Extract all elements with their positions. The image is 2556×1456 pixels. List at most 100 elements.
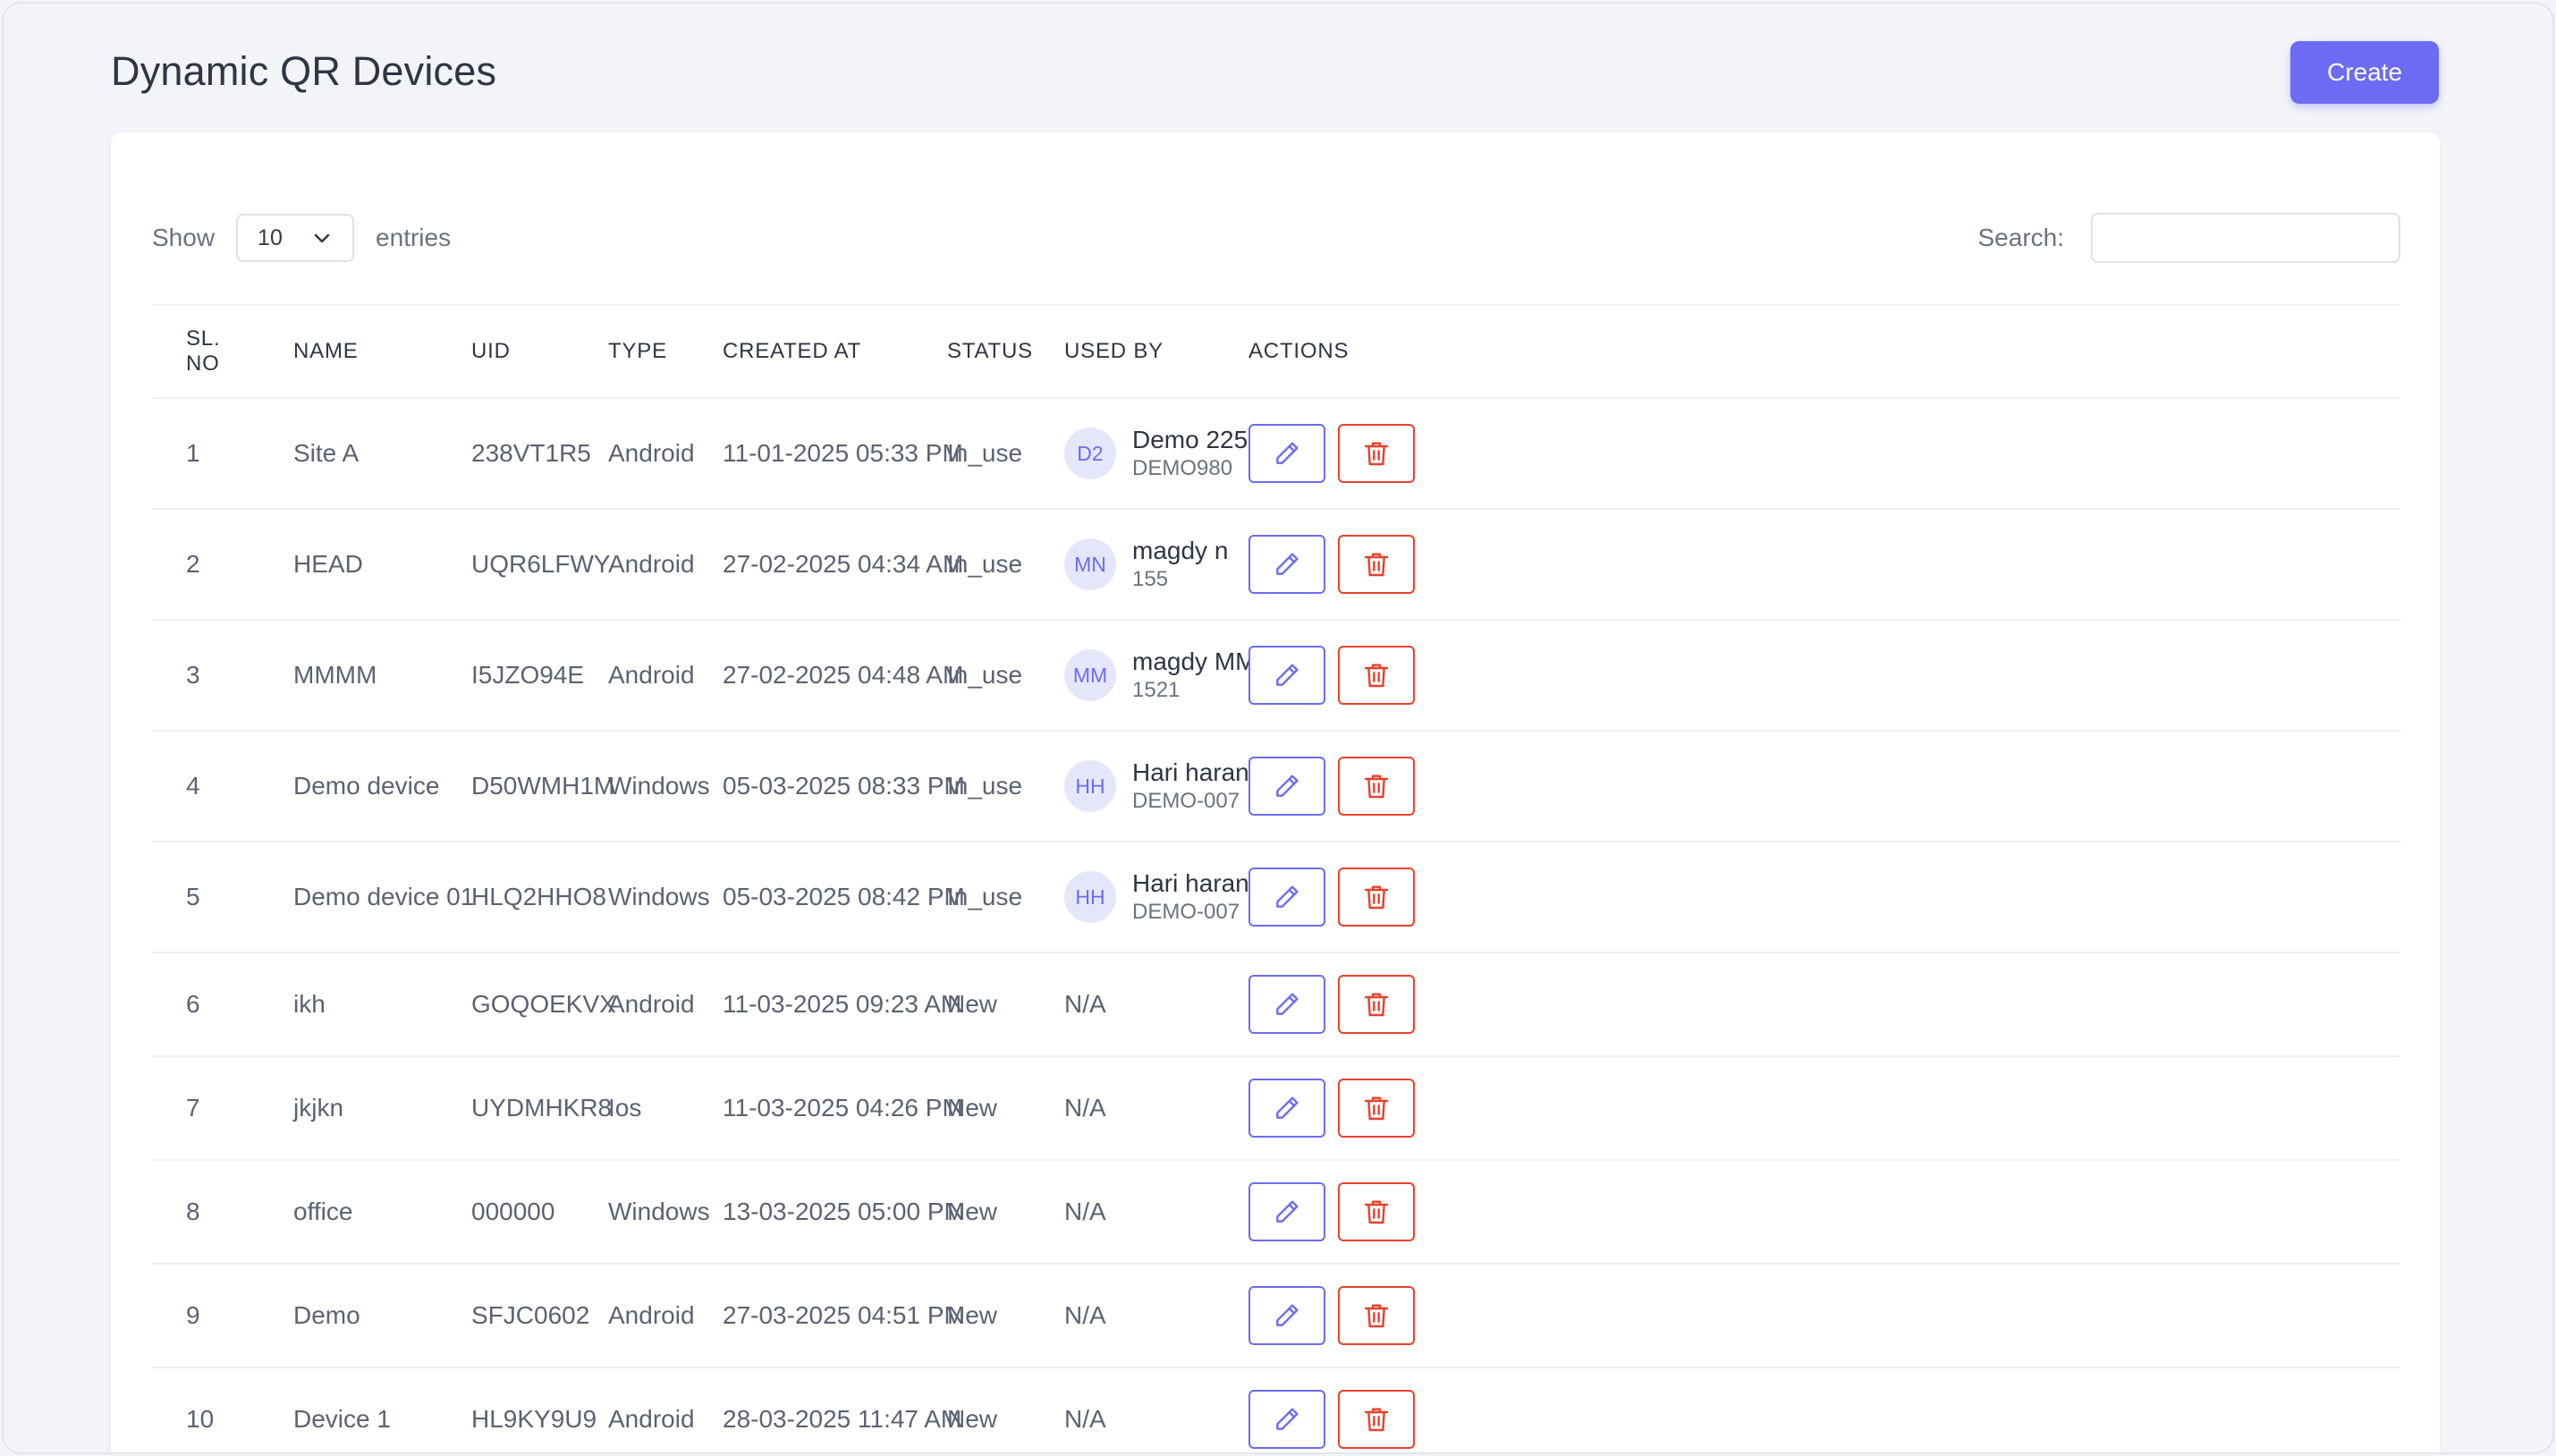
cell-sl-no: 8 [152, 1160, 259, 1265]
row-actions [1248, 1286, 2399, 1345]
cell-sl-no: 5 [152, 842, 259, 953]
used-by-user: HH Hari haran DEMO-007 [1064, 758, 1249, 815]
column-header-sl-no[interactable]: SL. NO [152, 304, 259, 399]
used-by-na: N/A [1064, 1094, 1106, 1122]
show-label: Show [152, 224, 216, 251]
trash-icon [1364, 1408, 1389, 1432]
pencil-icon [1276, 442, 1299, 464]
delete-button[interactable] [1338, 1286, 1415, 1345]
create-button[interactable]: Create [2290, 41, 2439, 104]
edit-button[interactable] [1248, 535, 1325, 594]
cell-sl-no: 9 [152, 1264, 259, 1368]
used-by-na: N/A [1064, 1405, 1106, 1433]
edit-button[interactable] [1248, 1286, 1325, 1345]
cell-used-by: D2 Demo 225 DEMO980 [1030, 398, 1248, 510]
column-header-type[interactable]: TYPE [574, 304, 689, 399]
cell-sl-no: 6 [152, 952, 259, 1057]
entries-select[interactable]: 10 [236, 214, 355, 262]
cell-actions [1215, 1367, 2400, 1452]
user-info: Demo 225 DEMO980 [1132, 425, 1248, 482]
used-by-user: D2 Demo 225 DEMO980 [1064, 425, 1248, 482]
cell-sl-no: 7 [152, 1056, 259, 1161]
delete-button[interactable] [1338, 535, 1415, 594]
table-header-row: SL. NO NAME UID TYPE CREATED AT STATUS U… [152, 304, 2400, 399]
cell-actions [1215, 1264, 2400, 1368]
used-by-na: N/A [1064, 1301, 1106, 1329]
delete-button[interactable] [1338, 757, 1415, 816]
delete-button[interactable] [1338, 1079, 1415, 1138]
table-row: 1 Site A 238VT1R5 Android 11-01-2025 05:… [152, 398, 2400, 510]
search-label: Search: [1977, 224, 2065, 251]
delete-button[interactable] [1338, 424, 1415, 483]
column-header-uid[interactable]: UID [437, 304, 574, 399]
search-control: Search: [1977, 213, 2400, 263]
row-actions [1248, 646, 2399, 705]
cell-name: jkjkn [259, 1056, 437, 1161]
column-header-used-by[interactable]: USED BY [1030, 304, 1215, 399]
trash-icon [1364, 885, 1389, 910]
cell-created-at: 27-02-2025 04:48 AM [689, 620, 963, 732]
column-header-status[interactable]: STATUS [913, 304, 1032, 399]
edit-button[interactable] [1248, 1182, 1325, 1241]
cell-used-by: N/A [1030, 1056, 1215, 1161]
delete-button[interactable] [1338, 646, 1415, 705]
table-row: 4 Demo device D50WMH1M Windows 05-03-202… [152, 731, 2400, 842]
delete-button[interactable] [1338, 1182, 1415, 1241]
used-by-na: N/A [1064, 990, 1106, 1018]
cell-used-by: MN magdy n 155 [1030, 509, 1228, 621]
cell-created-at: 05-03-2025 08:42 PM [689, 842, 965, 953]
page-title: Dynamic QR Devices [111, 48, 497, 94]
used-by-user: MN magdy n 155 [1064, 536, 1228, 593]
edit-button[interactable] [1248, 868, 1325, 927]
delete-button[interactable] [1338, 868, 1415, 927]
table-row: 5 Demo device 01 HLQ2HHO8 Windows 05-03-… [152, 842, 2400, 953]
row-actions [1248, 868, 2399, 927]
cell-type: Android [574, 398, 695, 510]
avatar: MM [1064, 649, 1116, 701]
avatar: D2 [1064, 427, 1116, 479]
edit-button[interactable] [1248, 1390, 1325, 1449]
cell-name: Demo device 01 [259, 842, 474, 953]
row-actions [1248, 1182, 2399, 1241]
trash-icon [1364, 775, 1389, 799]
cell-created-at: 13-03-2025 05:00 PM [689, 1160, 965, 1265]
cell-sl-no: 3 [152, 620, 259, 732]
column-header-created-at[interactable]: CREATED AT [689, 304, 913, 399]
cell-created-at: 27-02-2025 04:34 AM [689, 509, 963, 621]
user-name: Hari haran [1132, 758, 1249, 786]
cell-actions [1215, 731, 2400, 842]
cell-used-by: N/A [1030, 1367, 1215, 1452]
edit-button[interactable] [1248, 646, 1325, 705]
edit-button[interactable] [1248, 1079, 1325, 1138]
cell-used-by: HH Hari haran DEMO-007 [1030, 842, 1249, 953]
cell-uid: I5JZO94E [437, 620, 584, 732]
cell-sl-no: 1 [152, 398, 259, 510]
edit-button[interactable] [1248, 975, 1325, 1034]
pencil-icon [1276, 664, 1299, 686]
pencil-icon [1276, 1200, 1299, 1223]
row-actions [1248, 1079, 2399, 1138]
search-input[interactable] [2091, 213, 2400, 263]
pencil-icon [1276, 775, 1299, 797]
cell-uid: UYDMHKR8 [437, 1056, 612, 1161]
cell-type: Android [574, 1264, 695, 1368]
cell-uid: 238VT1R5 [437, 398, 591, 510]
cell-created-at: 05-03-2025 08:33 PM [689, 731, 965, 842]
cell-actions [1215, 509, 2400, 621]
trash-icon [1364, 1304, 1389, 1328]
edit-button[interactable] [1248, 757, 1325, 816]
cell-created-at: 28-03-2025 11:47 AM [689, 1367, 961, 1452]
delete-button[interactable] [1338, 975, 1415, 1034]
cell-actions [1215, 952, 2400, 1057]
cell-used-by: N/A [1030, 1264, 1215, 1368]
row-actions [1248, 424, 2399, 483]
trash-icon [1364, 553, 1389, 577]
column-header-name[interactable]: NAME [259, 304, 437, 399]
used-by-user: HH Hari haran DEMO-007 [1064, 868, 1249, 926]
chevron-down-icon [314, 233, 330, 243]
cell-sl-no: 10 [152, 1367, 259, 1452]
cell-name: Site A [259, 398, 437, 510]
delete-button[interactable] [1338, 1390, 1415, 1449]
entries-label: entries [376, 224, 452, 251]
edit-button[interactable] [1248, 424, 1325, 483]
